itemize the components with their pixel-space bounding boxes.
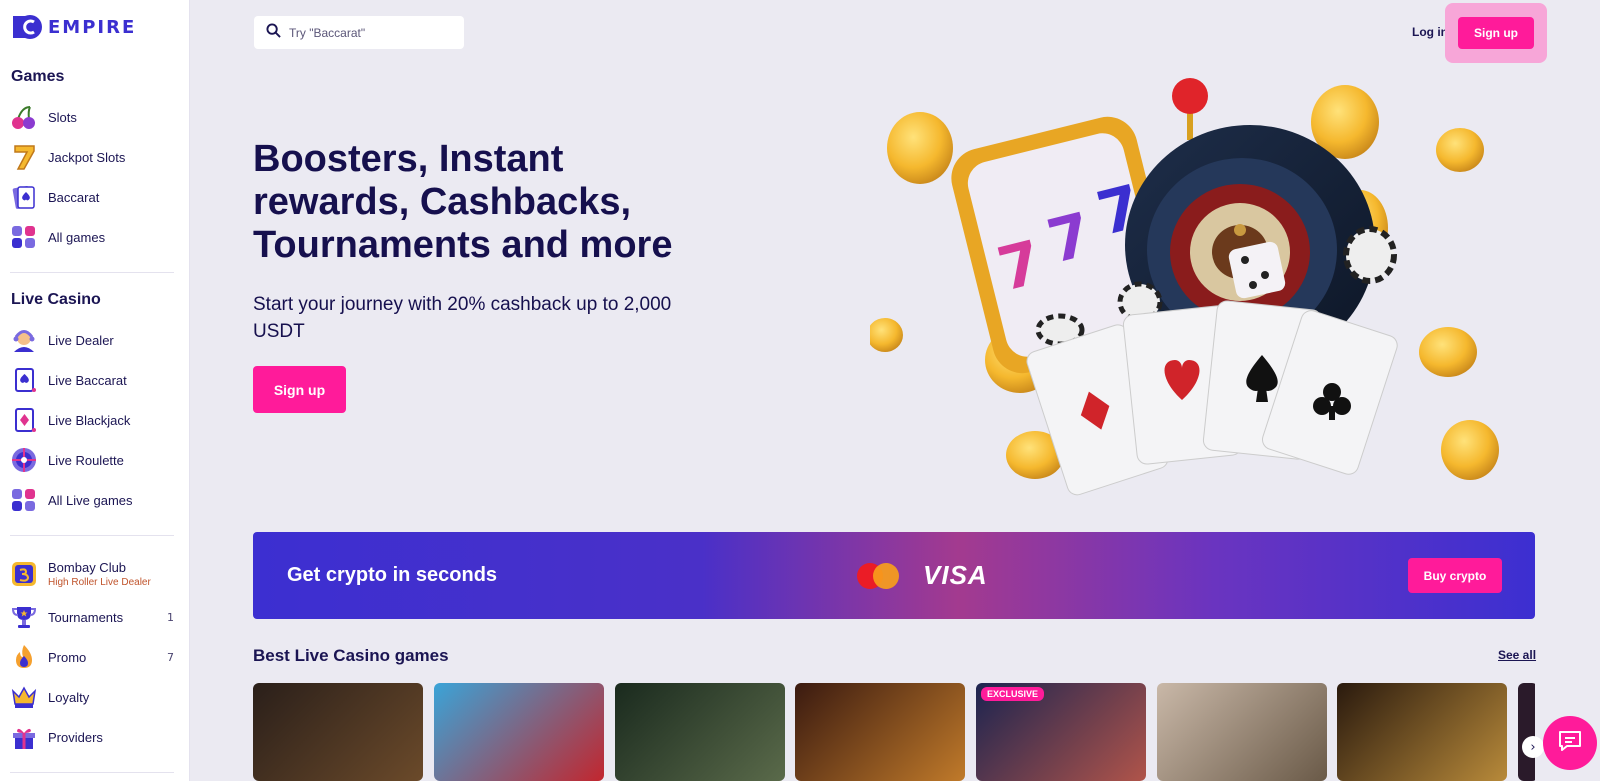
sidebar-item-live-blackjack[interactable]: Live Blackjack (10, 403, 174, 437)
sidebar-item-label: Live Blackjack (48, 412, 131, 428)
sidebar-item-label: Baccarat (48, 189, 100, 205)
banner-text: Get crypto in seconds (287, 564, 498, 586)
section-title: Best Live Casino games (253, 646, 449, 665)
signup-highlight: Sign up (1445, 3, 1547, 63)
sidebar-item-sublabel: High Roller Live Dealer (48, 577, 151, 588)
crypto-banner: Get crypto in seconds VISA Buy crypto (253, 532, 1535, 619)
logo-icon (10, 12, 44, 42)
cherries-icon (10, 103, 38, 131)
sidebar-item-label: Providers (48, 729, 103, 745)
visa-logo: VISA (923, 560, 988, 590)
roulette-icon (10, 446, 38, 474)
sidebar-item-label: Live Roulette (48, 452, 124, 468)
bombay-club-game[interactable] (1337, 683, 1507, 781)
sidebar-item-label: Bombay Club (48, 560, 127, 575)
carousel-next-button[interactable]: › (1522, 736, 1544, 758)
dragon-tiger-game[interactable] (795, 683, 965, 781)
hero-subtitle: Start your journey with 20% cashback up … (253, 294, 672, 342)
flame-icon (10, 643, 38, 671)
sidebar-item-bombay-club[interactable]: Bombay Club High Roller Live Dealer (10, 556, 174, 592)
search-box[interactable] (254, 16, 464, 49)
sidebar-item-label: Loyalty (48, 689, 90, 705)
sidebar-item-label: Tournaments (48, 609, 124, 625)
card-spade-icon (10, 366, 38, 394)
sidebar-item-label: All games (48, 229, 106, 245)
sidebar-item-all-live-games[interactable]: All Live games (10, 483, 174, 517)
grid-icon (10, 223, 38, 251)
bombay-icon (10, 560, 38, 588)
exclusive-game[interactable]: EXCLUSIVE (976, 683, 1146, 781)
sidebar-item-providers[interactable]: Providers (10, 720, 174, 754)
sidebar-item-live-dealer[interactable]: Live Dealer (10, 323, 174, 357)
login-link[interactable]: Log in (1412, 25, 1448, 39)
search-input[interactable] (289, 25, 449, 40)
card-spade-icon (10, 183, 38, 211)
sidebar-item-tournaments[interactable]: Tournaments 1 (10, 600, 174, 634)
gift-icon (10, 723, 38, 751)
games-section-title: Games (11, 68, 65, 85)
count-badge: 1 (167, 610, 174, 624)
sidebar-item-promo[interactable]: Promo 7 (10, 640, 174, 674)
card-diamond-icon (10, 406, 38, 434)
chat-icon (1557, 729, 1583, 757)
sidebar-item-live-roulette[interactable]: Live Roulette (10, 443, 174, 477)
chevron-right-icon: › (1530, 739, 1536, 755)
sidebar-item-label: Jackpot Slots (48, 149, 126, 165)
hero-signup-button[interactable]: Sign up (253, 366, 346, 413)
chat-button[interactable] (1543, 716, 1597, 770)
logo[interactable]: EMPIRE (10, 12, 136, 42)
crazy-time-game[interactable] (434, 683, 604, 781)
sidebar-item-label: Live Dealer (48, 332, 114, 348)
instant-roulette-game[interactable] (615, 683, 785, 781)
sidebar-item-jackpot-slots[interactable]: Jackpot Slots (10, 140, 174, 174)
grid-icon (10, 486, 38, 514)
dice-icon (1228, 241, 1286, 299)
search-icon (266, 23, 281, 42)
see-all-link[interactable]: See all (1498, 648, 1536, 662)
dealer-icon (10, 326, 38, 354)
trophy-icon (10, 603, 38, 631)
seven-icon (10, 143, 38, 171)
hero-title: Boosters, Instant rewards, Cashbacks, To… (253, 138, 673, 266)
sidebar-item-text: Bombay Club High Roller Live Dealer (48, 560, 151, 588)
sidebar-item-label: All Live games (48, 492, 133, 508)
divider (10, 272, 174, 273)
sidebar-item-live-baccarat[interactable]: Live Baccarat (10, 363, 174, 397)
sidebar: EMPIRE Games Slots Jackpot Slots Baccara… (0, 0, 190, 781)
mastercard-icon (853, 560, 903, 592)
hero-casino-illustration: 7 7 7 (867, 70, 1530, 500)
game-card-partial[interactable] (1518, 683, 1535, 781)
game-carousel: EXCLUSIVE (253, 683, 1535, 781)
sidebar-item-all-games[interactable]: All games (10, 220, 174, 254)
crown-icon (10, 683, 38, 711)
sidebar-item-loyalty[interactable]: Loyalty (10, 680, 174, 714)
signup-button[interactable]: Sign up (1458, 17, 1534, 49)
sidebar-item-label: Promo (48, 649, 87, 665)
sidebar-item-label: Slots (48, 109, 77, 125)
exclusive-badge: EXCLUSIVE (981, 687, 1045, 701)
sidebar-item-label: Live Baccarat (48, 372, 127, 388)
live-casino-section-title: Live Casino (11, 291, 101, 308)
divider (10, 535, 174, 536)
sidebar-item-slots[interactable]: Slots (10, 100, 174, 134)
blackjack-dealer-game[interactable] (1157, 683, 1327, 781)
logo-text: EMPIRE (48, 16, 137, 38)
sidebar-item-baccarat[interactable]: Baccarat (10, 180, 174, 214)
live-dealer-game-1[interactable] (253, 683, 423, 781)
divider (10, 772, 174, 773)
buy-crypto-button[interactable]: Buy crypto (1408, 558, 1502, 593)
count-badge: 7 (167, 650, 174, 664)
